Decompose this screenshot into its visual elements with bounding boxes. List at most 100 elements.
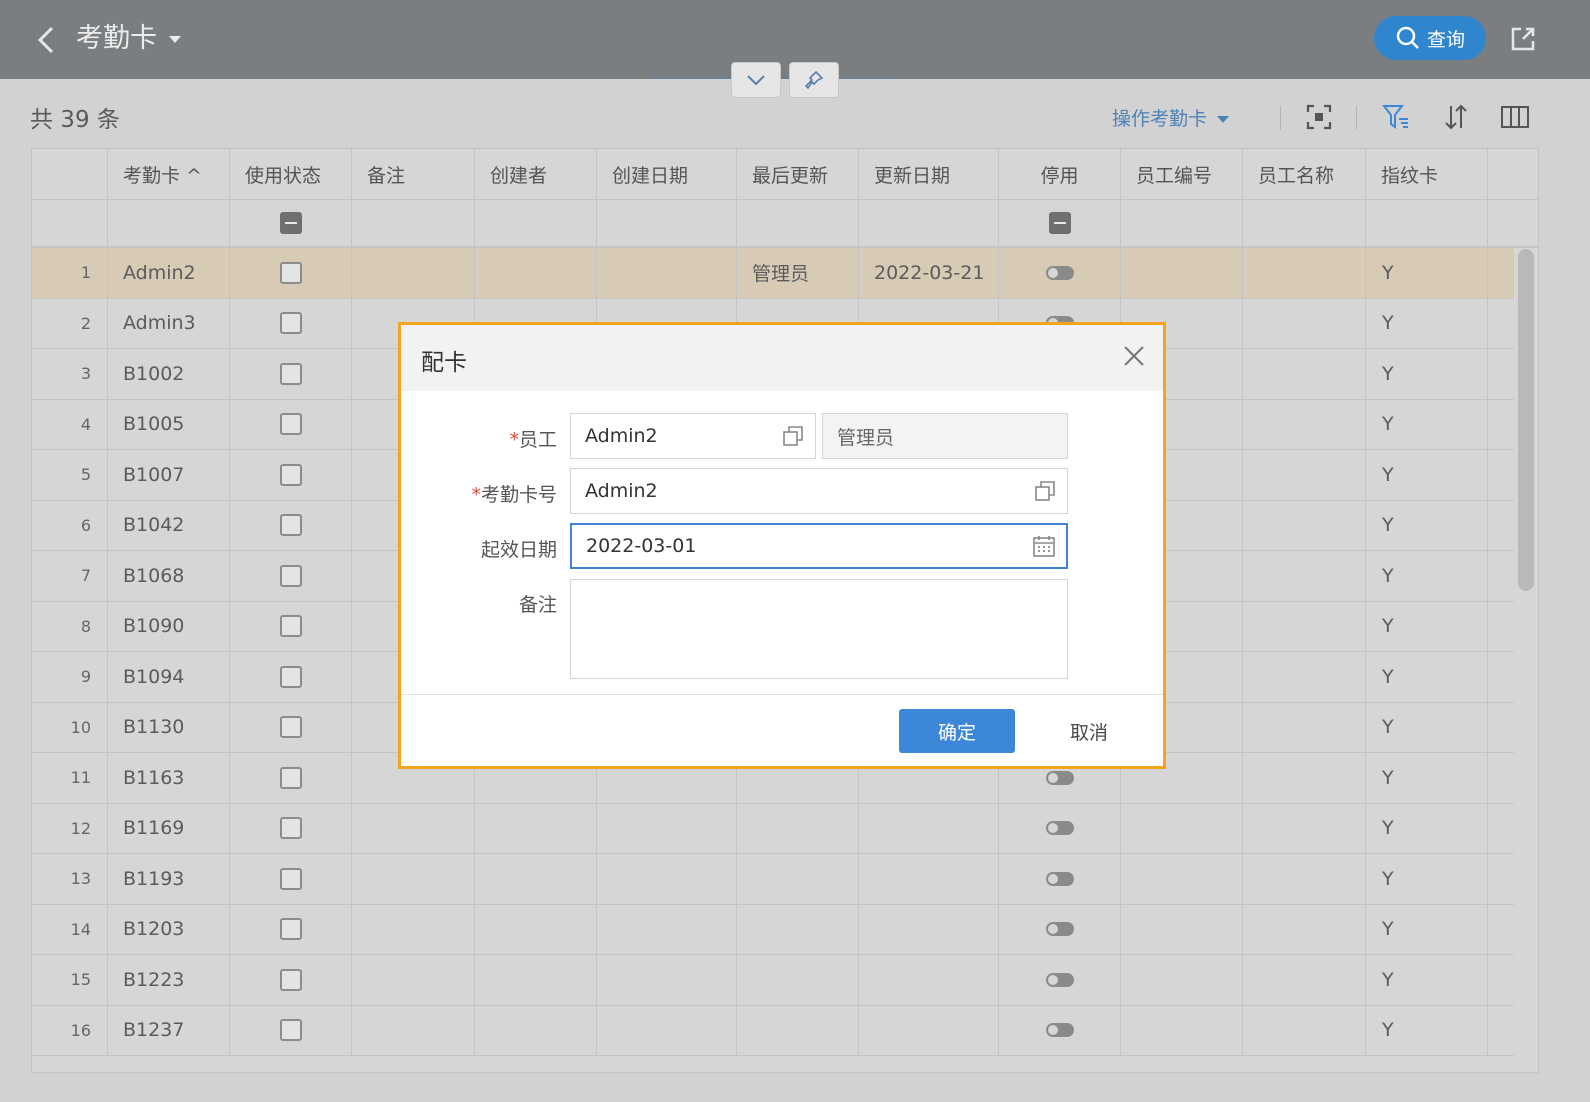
filter-note[interactable]	[352, 199, 475, 246]
card-text: Admin2	[123, 261, 196, 284]
calendar-icon[interactable]	[1032, 534, 1056, 558]
cell-note	[352, 1005, 475, 1055]
disabled-toggle[interactable]	[1045, 972, 1074, 987]
cell-fingerprint: Y	[1366, 601, 1488, 651]
status-checkbox[interactable]	[279, 766, 302, 789]
fit-screen-icon[interactable]	[1305, 103, 1333, 131]
filter-update-date[interactable]	[859, 199, 999, 246]
filter-created-date[interactable]	[597, 199, 737, 246]
row-number: 5	[32, 450, 108, 500]
status-checkbox[interactable]	[279, 716, 302, 739]
cell-status	[230, 450, 352, 500]
status-checkbox[interactable]	[279, 665, 302, 688]
fingerprint-text: Y	[1382, 867, 1394, 890]
card-number-input[interactable]: Admin2	[570, 468, 1068, 514]
status-checkbox[interactable]	[279, 615, 302, 638]
filter-card[interactable]	[108, 199, 230, 246]
operate-card-label: 操作考勤卡	[1112, 108, 1208, 130]
card-text: B1237	[123, 1019, 185, 1042]
employee-name-field: 管理员	[822, 413, 1068, 459]
column-header-note[interactable]: 备注	[352, 149, 475, 199]
table-row[interactable]: 12 B1169 Y	[32, 803, 1514, 854]
status-checkbox[interactable]	[279, 867, 302, 890]
query-button[interactable]: 查询	[1374, 16, 1486, 60]
table-row[interactable]: 16 B1237 Y	[32, 1005, 1514, 1056]
column-header-fingerprint[interactable]: 指纹卡	[1366, 149, 1488, 199]
page-title-text: 考勤卡	[76, 23, 157, 54]
column-header-employee-id[interactable]: 员工编号	[1121, 149, 1243, 199]
lookup-icon[interactable]	[1033, 479, 1057, 503]
filter-disabled[interactable]	[999, 199, 1121, 246]
cell-employee-name	[1243, 854, 1366, 904]
column-header-disabled[interactable]: 停用	[999, 149, 1121, 199]
page-title[interactable]: 考勤卡	[76, 18, 181, 60]
status-checkbox[interactable]	[279, 1019, 302, 1042]
disabled-toggle[interactable]	[1045, 770, 1074, 785]
filter-icon[interactable]	[1381, 103, 1410, 131]
status-checkbox[interactable]	[279, 564, 302, 587]
status-checkbox[interactable]	[279, 968, 302, 991]
status-checkbox[interactable]	[279, 918, 302, 941]
confirm-button[interactable]: 确定	[899, 709, 1015, 753]
status-checkbox[interactable]	[279, 312, 302, 335]
employee-input[interactable]: Admin2	[570, 413, 816, 459]
lookup-icon[interactable]	[781, 424, 805, 448]
pin-header-button[interactable]	[789, 62, 839, 98]
status-checkbox[interactable]	[279, 413, 302, 436]
status-checkbox[interactable]	[279, 362, 302, 385]
column-header-card[interactable]: 考勤卡 ^	[108, 149, 230, 199]
card-text: Admin3	[123, 312, 196, 335]
back-icon[interactable]	[30, 22, 66, 58]
disabled-toggle[interactable]	[1045, 265, 1074, 280]
sort-icon[interactable]	[1442, 103, 1470, 131]
filter-creator[interactable]	[475, 199, 597, 246]
column-header-update-date[interactable]: 更新日期	[859, 149, 999, 199]
disabled-toggle[interactable]	[1045, 821, 1074, 836]
operate-card-menu[interactable]: 操作考勤卡	[1112, 104, 1230, 131]
table-row[interactable]: 1 Admin2 管理员 2022-03-21 Y	[32, 248, 1514, 299]
cancel-button[interactable]: 取消	[1051, 709, 1127, 753]
status-checkbox[interactable]	[279, 261, 302, 284]
filter-last-updater[interactable]	[737, 199, 859, 246]
row-number: 8	[32, 601, 108, 651]
row-number: 12	[32, 803, 108, 853]
cell-status	[230, 652, 352, 702]
disabled-toggle[interactable]	[1045, 922, 1074, 937]
column-header-created-date[interactable]: 创建日期	[597, 149, 737, 199]
column-header-employee-name[interactable]: 员工名称	[1243, 149, 1366, 199]
disabled-toggle[interactable]	[1045, 871, 1074, 886]
close-icon[interactable]	[1121, 343, 1147, 369]
filter-status[interactable]	[230, 199, 352, 246]
filter-employee-id[interactable]	[1121, 199, 1243, 246]
card-text: B1163	[123, 766, 185, 789]
status-checkbox[interactable]	[279, 514, 302, 537]
column-header-status[interactable]: 使用状态	[230, 149, 352, 199]
disabled-toggle[interactable]	[1045, 1023, 1074, 1038]
query-button-label: 查询	[1426, 28, 1465, 51]
column-header-update-date-label: 更新日期	[874, 164, 951, 187]
table-row[interactable]: 13 B1193 Y	[32, 854, 1514, 905]
status-checkbox[interactable]	[279, 817, 302, 840]
columns-icon[interactable]	[1500, 103, 1529, 131]
table-scrollbar[interactable]	[1518, 249, 1534, 591]
table-row[interactable]: 14 B1203 Y	[32, 904, 1514, 955]
collapse-header-button[interactable]	[731, 62, 781, 98]
filter-status-checkbox[interactable]	[279, 211, 302, 234]
cell-card: B1094	[108, 652, 230, 702]
filter-disabled-checkbox[interactable]	[1048, 211, 1071, 234]
note-textarea[interactable]	[570, 579, 1068, 679]
row-number: 10	[32, 702, 108, 752]
row-number: 2	[32, 298, 108, 348]
cell-card: B1203	[108, 904, 230, 954]
share-icon[interactable]	[1508, 24, 1538, 54]
filter-employee-name[interactable]	[1243, 199, 1366, 246]
cell-fingerprint: Y	[1366, 500, 1488, 550]
status-checkbox[interactable]	[279, 463, 302, 486]
effective-date-input[interactable]: 2022-03-01	[570, 523, 1068, 569]
column-header-creator[interactable]: 创建者	[475, 149, 597, 199]
column-header-last-updater[interactable]: 最后更新	[737, 149, 859, 199]
filter-fingerprint[interactable]	[1366, 199, 1488, 246]
cell-fingerprint: Y	[1366, 298, 1488, 348]
card-text: B1169	[123, 817, 185, 840]
table-row[interactable]: 15 B1223 Y	[32, 955, 1514, 1006]
